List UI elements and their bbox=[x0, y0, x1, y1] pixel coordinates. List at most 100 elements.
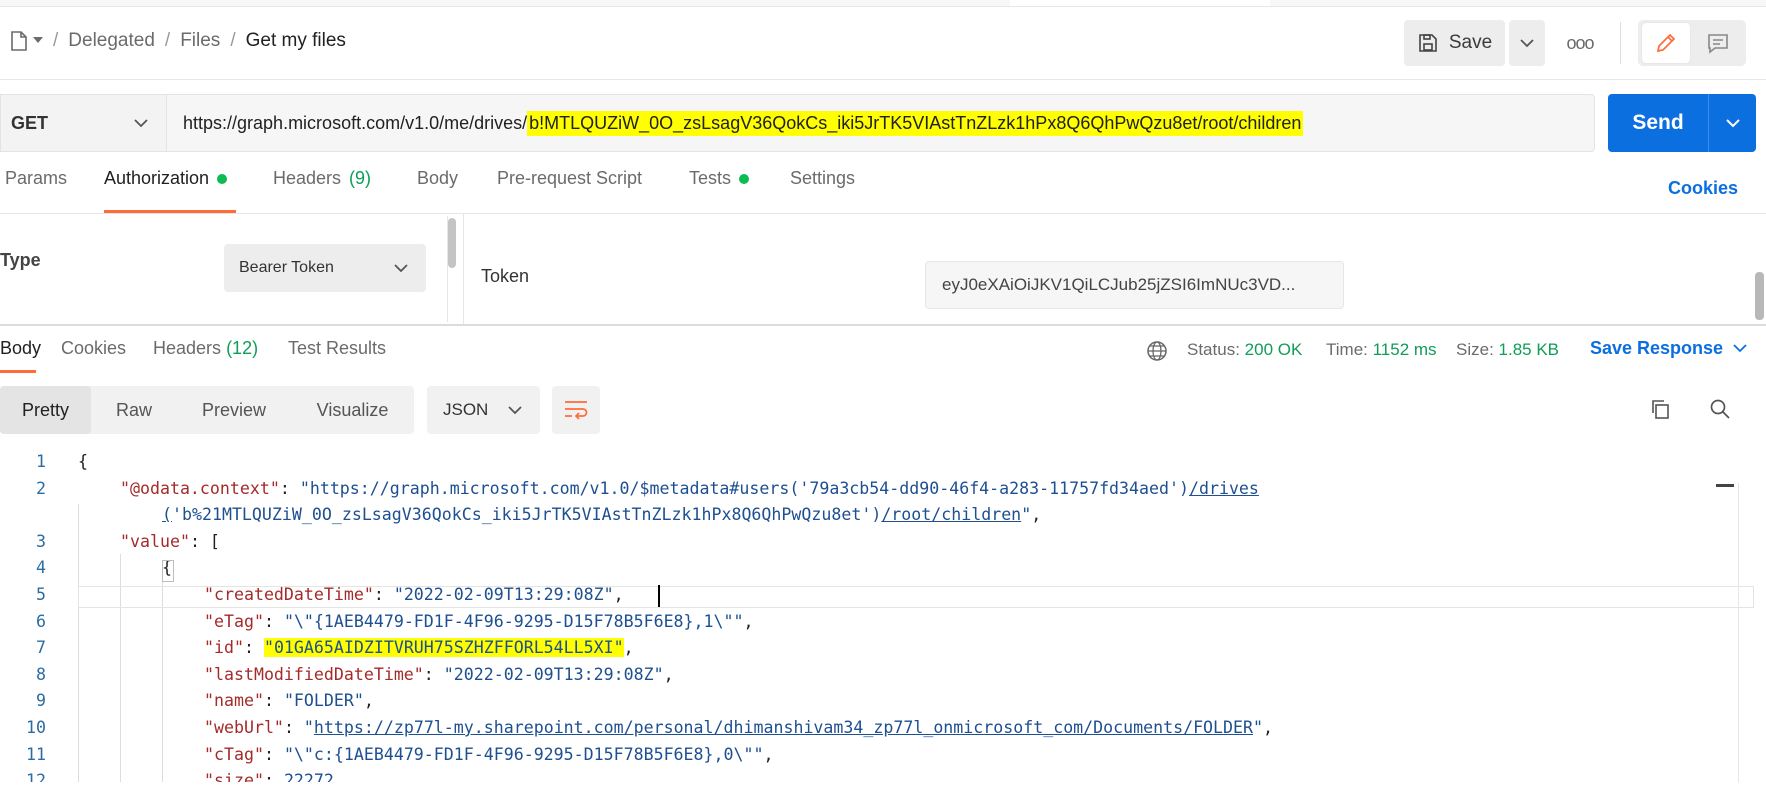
code-line: 7 "id": "01GA65AIDZITVRUH75SZHZFFORL54LL5… bbox=[0, 634, 1740, 661]
response-size: Size: 1.85 KB bbox=[1456, 340, 1559, 360]
url-highlighted-segment: b!MTLQUZiW_0O_zsLsagV36QokCs_iki5JrTK5VI… bbox=[527, 110, 1304, 136]
line-number: 12 bbox=[26, 771, 46, 782]
tab-tests[interactable]: Tests bbox=[689, 168, 750, 189]
save-response-button[interactable]: Save Response bbox=[1590, 338, 1747, 359]
breadcrumb-separator: / bbox=[230, 30, 236, 51]
json-punctuation: : bbox=[263, 744, 284, 764]
auth-type-label: Type bbox=[0, 250, 41, 270]
response-tab-body[interactable]: Body bbox=[0, 338, 41, 359]
tab-label: Params bbox=[5, 168, 68, 188]
json-punctuation: , bbox=[1031, 505, 1042, 525]
pane-resize-handle[interactable] bbox=[0, 324, 1766, 326]
comments-button[interactable] bbox=[1694, 23, 1742, 63]
response-body-editor[interactable]: 1{2 "@odata.context": "https://graph.micr… bbox=[0, 448, 1740, 782]
tab-params[interactable]: Params bbox=[5, 168, 67, 189]
toolbar-divider bbox=[1620, 22, 1621, 64]
json-link[interactable]: https://zp77l-my.sharepoint.com/personal… bbox=[314, 718, 1253, 737]
tab-label: Body bbox=[0, 338, 42, 358]
auth-type-select[interactable]: Bearer Token bbox=[224, 244, 426, 292]
response-tab-cookies[interactable]: Cookies bbox=[61, 338, 126, 359]
breadcrumb-item-files[interactable]: Files bbox=[180, 30, 220, 52]
format-select[interactable]: JSON bbox=[427, 386, 540, 434]
tab-pre-request-script[interactable]: Pre-request Script bbox=[497, 168, 642, 189]
chevron-down-icon bbox=[1725, 118, 1740, 127]
globe-icon[interactable] bbox=[1146, 340, 1168, 362]
code-line: 2 "@odata.context": "https://graph.micros… bbox=[0, 475, 1740, 502]
view-preview-button[interactable]: Preview bbox=[177, 386, 291, 434]
cookies-link[interactable]: Cookies bbox=[1668, 178, 1738, 199]
tab-authorization[interactable]: Authorization bbox=[104, 168, 228, 189]
word-wrap-button[interactable] bbox=[552, 386, 600, 434]
chevron-down-icon bbox=[508, 405, 522, 414]
method-select[interactable]: GET bbox=[0, 94, 166, 152]
json-link[interactable]: ( bbox=[162, 505, 172, 524]
code-text: "webUrl": "https://zp77l-my.sharepoint.c… bbox=[204, 714, 1273, 741]
panel-divider bbox=[463, 214, 464, 324]
time-value[interactable]: 1152 ms bbox=[1373, 340, 1437, 359]
json-punctuation: , bbox=[1263, 718, 1274, 737]
tab-body[interactable]: Body bbox=[417, 168, 458, 189]
code-text: "value": [ bbox=[120, 528, 220, 555]
line-number: 10 bbox=[26, 718, 46, 737]
tab-label: Cookies bbox=[61, 338, 127, 358]
send-button[interactable]: Send bbox=[1608, 94, 1756, 152]
json-string: "FOLDER" bbox=[283, 691, 364, 711]
json-string: "2022-02-09T13:29:08Z" bbox=[443, 664, 664, 684]
response-tab-test-results[interactable]: Test Results bbox=[288, 338, 386, 359]
left-panel-scrollbar[interactable] bbox=[448, 218, 456, 268]
json-punctuation: : [ bbox=[189, 531, 220, 551]
more-actions-button[interactable]: ooo bbox=[1560, 20, 1600, 66]
time-label: Time: bbox=[1326, 340, 1368, 359]
code-text: "lastModifiedDateTime": "2022-02-09T13:2… bbox=[204, 661, 674, 688]
token-input[interactable]: eyJ0eXAiOiJKV1QiLCJub25jZSI6ImNUc3VD... bbox=[925, 261, 1344, 309]
json-link[interactable]: /root/children bbox=[881, 505, 1021, 524]
json-punctuation: : bbox=[283, 718, 304, 737]
json-string: " bbox=[1021, 505, 1032, 525]
copy-icon[interactable] bbox=[1648, 397, 1672, 421]
json-punctuation: , bbox=[363, 691, 374, 711]
url-input[interactable]: https://graph.microsoft.com/v1.0/me/driv… bbox=[166, 94, 1595, 152]
search-icon[interactable] bbox=[1708, 397, 1732, 421]
floppy-disk-icon bbox=[1419, 34, 1437, 52]
send-options-button[interactable] bbox=[1709, 94, 1756, 152]
json-link[interactable]: /drives bbox=[1189, 479, 1259, 498]
json-punctuation: : bbox=[243, 638, 264, 658]
page-title[interactable]: Get my files bbox=[246, 30, 346, 52]
size-value[interactable]: 1.85 KB bbox=[1499, 340, 1560, 359]
code-text: { bbox=[78, 448, 88, 475]
breadcrumb-separator: / bbox=[53, 30, 59, 51]
save-response-label: Save Response bbox=[1590, 338, 1724, 358]
edit-mode-button[interactable] bbox=[1642, 23, 1690, 63]
response-tab-headers[interactable]: Headers (12) bbox=[153, 338, 258, 359]
current-line-highlight bbox=[78, 586, 1754, 608]
save-options-button[interactable] bbox=[1509, 20, 1545, 66]
status-value[interactable]: 200 OK bbox=[1245, 340, 1303, 359]
divider bbox=[0, 213, 1766, 214]
right-panel-scrollbar[interactable] bbox=[1755, 272, 1764, 320]
code-line: 1{ bbox=[0, 448, 1740, 475]
save-button[interactable]: Save bbox=[1404, 20, 1505, 66]
overview-ruler-marker bbox=[1716, 484, 1734, 487]
status-label: Status: bbox=[1187, 340, 1240, 359]
json-punctuation: , bbox=[663, 664, 674, 684]
json-punctuation: , bbox=[743, 611, 754, 631]
save-button-label: Save bbox=[1448, 32, 1493, 53]
view-raw-button[interactable]: Raw bbox=[91, 386, 177, 434]
view-pretty-button[interactable]: Pretty bbox=[0, 386, 91, 434]
word-wrap-icon bbox=[565, 401, 588, 420]
tab-headers[interactable]: Headers (9) bbox=[273, 168, 371, 189]
view-visualize-button[interactable]: Visualize bbox=[291, 386, 414, 434]
json-string: 22272 bbox=[283, 771, 334, 782]
json-key: "name" bbox=[204, 691, 264, 711]
json-key: "size" bbox=[204, 771, 264, 782]
send-button-label: Send bbox=[1632, 111, 1684, 134]
tab-label: Settings bbox=[790, 168, 856, 188]
tab-settings[interactable]: Settings bbox=[790, 168, 855, 189]
breadcrumb-item-delegated[interactable]: Delegated bbox=[68, 30, 155, 52]
file-icon[interactable] bbox=[8, 30, 43, 52]
json-punctuation: : bbox=[263, 691, 284, 711]
text-cursor bbox=[658, 585, 660, 607]
code-text: "eTag": "\"{1AEB4479-FD1F-4F96-9295-D15F… bbox=[204, 608, 754, 635]
json-punctuation: : bbox=[263, 771, 284, 782]
line-number: 11 bbox=[26, 744, 46, 764]
